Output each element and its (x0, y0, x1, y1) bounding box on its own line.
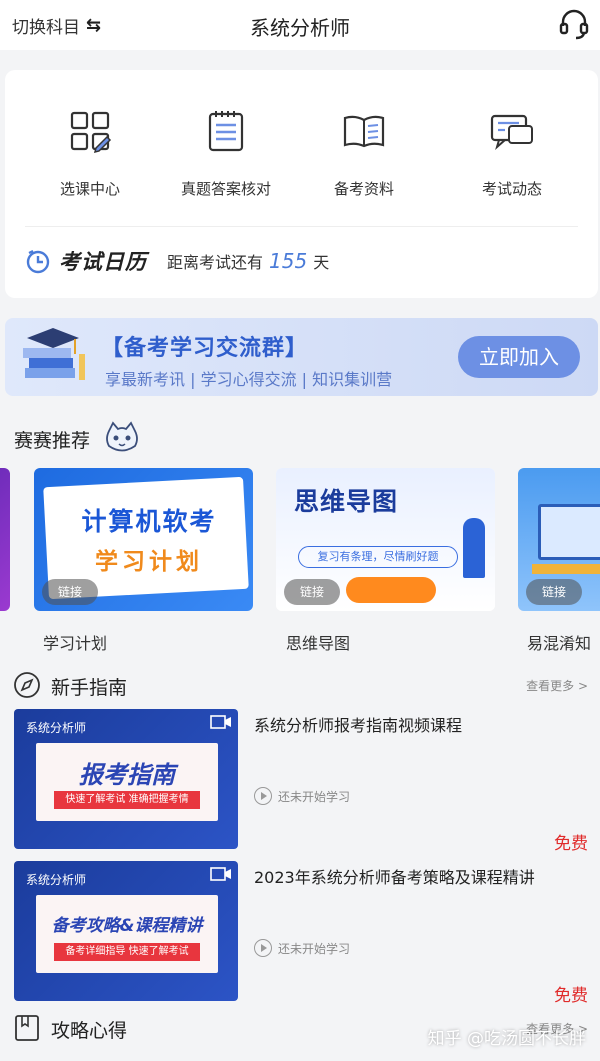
recommend-label[interactable]: 思维导图 (286, 630, 350, 654)
course-grid-icon (70, 111, 112, 154)
thumb-strip: 快速了解考试 准确把握考情 (54, 791, 200, 809)
recommend-title: 赛赛推荐 (14, 430, 91, 452)
menu-label: 考试动态 (481, 180, 542, 198)
course-thumbnail[interactable]: 系统分析师 备考攻略&课程精讲 备考详细指导 快速了解考试 (14, 861, 238, 1001)
recommend-label[interactable]: 易混淆知 (527, 630, 600, 654)
thumb-subject: 系统分析师 (26, 721, 87, 735)
course-title[interactable]: 2023年系统分析师备考策略及课程精讲 (254, 864, 535, 888)
card-monitor (538, 504, 600, 560)
join-now-button[interactable]: 立即加入 (458, 336, 580, 378)
card-subline: 复习有条理，尽情刷好题 (298, 546, 458, 568)
compass-icon (14, 672, 40, 698)
recommend-card-mind-map[interactable]: 思维导图 复习有条理，尽情刷好题 链接 (276, 468, 495, 611)
course-status: 还未开始学习 (254, 939, 350, 957)
guide-title: 新手指南 (51, 677, 128, 699)
video-icon (210, 867, 231, 881)
play-icon (254, 939, 272, 957)
menu-label: 选课中心 (59, 180, 120, 198)
news-chat-icon (490, 114, 533, 150)
thumb-strip: 备考详细指导 快速了解考试 (54, 943, 200, 961)
answer-sheet-icon (208, 111, 244, 152)
countdown-days: 155 (269, 249, 308, 273)
menu-label: 真题答案核对 (180, 180, 271, 198)
top-bar: 切换科目 ⇆ 系统分析师 (0, 0, 600, 50)
card-headline: 计算机软考 (81, 507, 217, 536)
bookmark-book-icon (15, 1015, 39, 1041)
card-figure (463, 518, 485, 578)
recommend-card-confusing-points[interactable]: 链接 (518, 468, 600, 611)
page-title: 系统分析师 (250, 16, 350, 40)
watermark: 知乎 @吃汤圆不长胖 (427, 1029, 586, 1049)
course-price: 免费 (554, 834, 588, 854)
thumb-headline: 备考攻略&课程精讲 (51, 916, 203, 936)
banner-subtitle: 享最新考讯 | 学习心得交流 | 知识集训营 (105, 370, 393, 389)
course-status-text: 还未开始学习 (278, 941, 351, 956)
clock-icon (26, 250, 50, 274)
video-icon (210, 715, 231, 729)
thumb-panel: 报考指南 快速了解考试 准确把握考情 (36, 743, 218, 821)
play-icon (254, 787, 272, 805)
open-book-icon (343, 115, 385, 148)
divider (25, 226, 578, 227)
exam-calendar[interactable]: 考试日历 距离考试还有 155 天 (25, 246, 329, 276)
course-title[interactable]: 系统分析师报考指南视频课程 (254, 712, 462, 736)
menu-label: 备考资料 (333, 180, 394, 198)
card-headline: 思维导图 (294, 487, 399, 516)
thumb-headline: 报考指南 (79, 761, 175, 789)
banner-title: 【备考学习交流群】 (101, 336, 309, 361)
study-group-banner[interactable]: 【备考学习交流群】 享最新考讯 | 学习心得交流 | 知识集训营 立即加入 (5, 318, 598, 396)
menu-answer-check[interactable]: 真题答案核对 (156, 108, 296, 199)
countdown-prefix: 距离考试还有 (167, 253, 264, 272)
cat-mascot-icon (106, 421, 138, 452)
card-subline: 学习计划 (95, 549, 203, 575)
link-tag: 链接 (526, 579, 582, 605)
graduation-books-icon (23, 328, 85, 380)
menu-study-materials[interactable]: 备考资料 (294, 108, 434, 199)
guide-more-link[interactable]: 查看更多 > (526, 677, 588, 694)
countdown-unit: 天 (313, 253, 330, 272)
headset-icon[interactable] (556, 6, 592, 42)
course-thumbnail[interactable]: 系统分析师 报考指南 快速了解考试 准确把握考情 (14, 709, 238, 849)
menu-exam-news[interactable]: 考试动态 (442, 108, 582, 199)
calendar-title: 考试日历 (59, 250, 147, 274)
menu-course-center[interactable]: 选课中心 (20, 108, 160, 199)
recommend-card-study-plan[interactable]: 计算机软考 学习计划 链接 (34, 468, 253, 611)
card-desk (532, 564, 600, 574)
recommend-label[interactable]: 学习计划 (43, 630, 107, 654)
quick-menu-card: 选课中心 真题答案核对 备考资料 考试动态 考试日历 距离考试还有 155 天 (5, 70, 598, 298)
strategy-title: 攻略心得 (51, 1020, 128, 1042)
card-claim-pill (346, 577, 436, 603)
thumb-panel: 备考攻略&课程精讲 备考详细指导 快速了解考试 (36, 895, 218, 973)
course-status: 还未开始学习 (254, 787, 350, 805)
link-tag: 链接 (284, 579, 340, 605)
link-tag: 链接 (42, 579, 98, 605)
course-status-text: 还未开始学习 (278, 789, 351, 804)
course-price: 免费 (554, 986, 588, 1006)
recommend-card-partial[interactable] (0, 468, 10, 611)
thumb-subject: 系统分析师 (26, 873, 87, 887)
